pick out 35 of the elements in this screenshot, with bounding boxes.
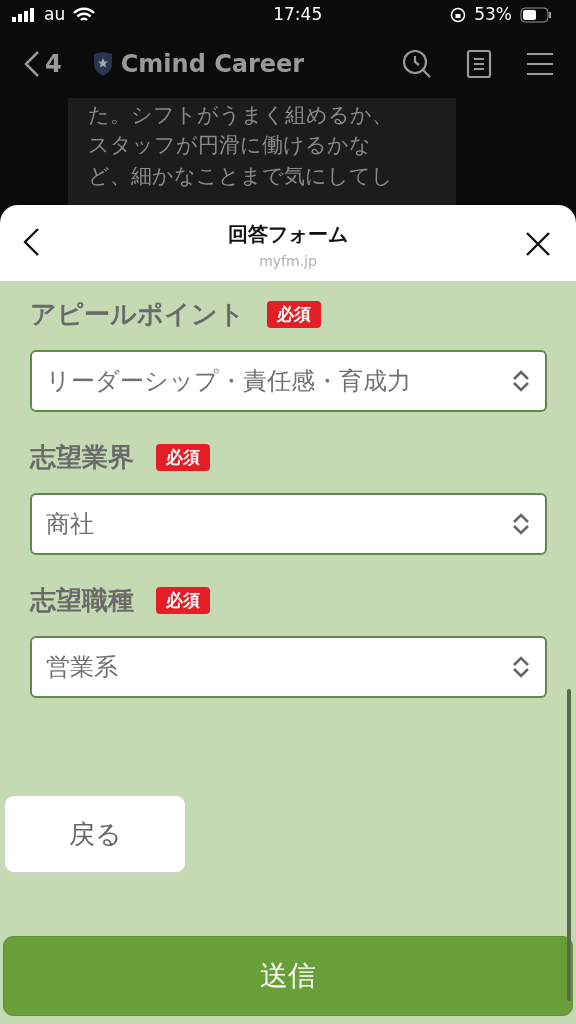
shield-icon (92, 52, 113, 76)
search-icon[interactable] (402, 49, 432, 79)
carrier-label: au (44, 3, 66, 27)
wifi-icon (73, 7, 96, 23)
chat-title: Cmind Career (120, 49, 305, 80)
clock-time: 17:45 (273, 3, 323, 27)
back-icon[interactable] (22, 227, 40, 257)
select-field[interactable]: 営業系 (30, 636, 547, 698)
up-down-chevron-icon (511, 512, 531, 536)
required-tag: 必須 (267, 300, 321, 329)
sheet-title: 回答フォーム (228, 221, 348, 248)
battery-percent: 53% (474, 3, 512, 27)
up-down-chevron-icon (511, 369, 531, 393)
required-tag: 必須 (156, 586, 210, 615)
select-field[interactable]: リーダーシップ・責任感・育成力 (30, 350, 547, 412)
field-label: 志望業界 (30, 441, 134, 474)
message-line: スタッフが円滑に働けるかな (88, 132, 371, 160)
required-tag: 必須 (156, 443, 210, 472)
menu-icon[interactable] (526, 51, 554, 77)
message-line: た。シフトがうまく組めるか、 (88, 102, 393, 129)
message-line: ど、細かなことまで気にしてし (88, 162, 393, 190)
field-label: 志望職種 (30, 584, 134, 617)
close-icon[interactable] (526, 231, 550, 256)
field-label: アピールポイント (30, 298, 245, 331)
up-down-chevron-icon (511, 655, 531, 679)
chevron-left-icon (23, 50, 41, 78)
notes-icon[interactable] (466, 49, 492, 79)
select-field[interactable]: 商社 (30, 493, 547, 555)
signal-icon (12, 8, 36, 22)
back-button[interactable]: 4 (22, 45, 63, 83)
rotation-lock-icon (450, 7, 467, 23)
submit-button[interactable]: 送信 (3, 936, 573, 1016)
domain-label: myfm.jp (259, 253, 317, 269)
back-button[interactable]: 戻る (4, 795, 186, 873)
battery-icon (520, 7, 552, 23)
